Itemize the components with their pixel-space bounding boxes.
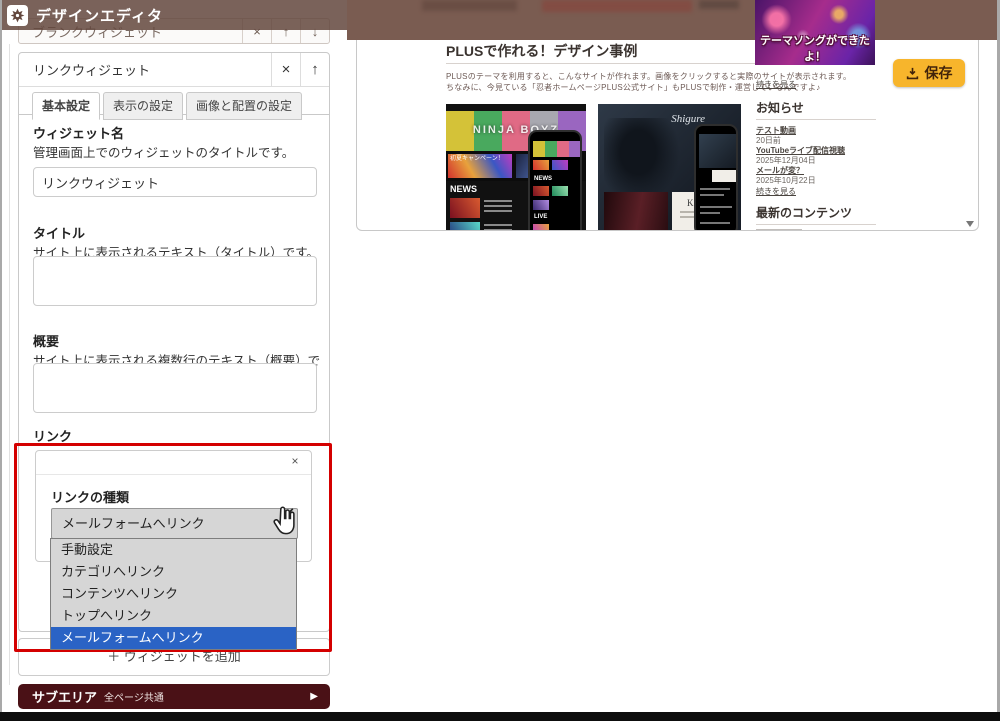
summary-textarea[interactable] [33, 363, 317, 413]
save-label: 保存 [925, 63, 953, 83]
option-content-link[interactable]: コンテンツへリンク [51, 583, 296, 605]
title-textarea[interactable] [33, 256, 317, 306]
clipped-text-fragment [756, 229, 802, 231]
link-type-dropdown: 手動設定 カテゴリへリンク コンテンツへリンク トップへリンク メールフォームへ… [50, 538, 297, 650]
phone-thumbnail [552, 186, 568, 196]
window-edge [0, 712, 1000, 721]
panel-title: リンクウィジェット [33, 60, 271, 79]
link-label: リンク [33, 426, 72, 445]
preview-header-band: ホ [347, 0, 1000, 40]
subarea-note: 全ページ共通 [104, 689, 164, 704]
tab-image-layout-settings[interactable]: 画像と配置の設定 [186, 92, 302, 120]
phone-thumbnail [533, 160, 549, 170]
link-type-label: リンクの種類 [51, 487, 129, 506]
scroll-down-icon[interactable] [966, 221, 974, 227]
option-manual[interactable]: 手動設定 [51, 539, 296, 561]
sidebar-divider [9, 44, 10, 685]
news-text-lines [484, 224, 512, 231]
divider [446, 63, 776, 64]
phone-release-card [712, 170, 737, 182]
blurred-header-image [699, 0, 739, 9]
site2-logo-text: Shigure [671, 113, 705, 125]
widget-name-input[interactable] [33, 167, 317, 197]
news-more-link[interactable]: 続きを見る [756, 186, 796, 197]
theme-song-banner-image[interactable]: テーマソングができたよ！ [755, 0, 875, 65]
close-icon[interactable]: × [285, 454, 305, 472]
news-thumbnail [450, 222, 480, 231]
subarea-bar[interactable]: サブエリア 全ページ共通 ▶ [18, 684, 330, 709]
app-title: デザインエディタ [36, 5, 163, 26]
campaign-banner-text: 初夏キャンペーン！ [450, 153, 504, 162]
blurred-header-image [422, 0, 517, 11]
latest-content-heading: 最新のコンテンツ [756, 204, 852, 221]
option-category-link[interactable]: カテゴリへリンク [51, 561, 296, 583]
preview-heading: PLUSで作れる！デザイン事例 [446, 41, 637, 61]
save-button[interactable]: 保存 [893, 59, 965, 87]
tab-basic-settings[interactable]: 基本設定 [32, 92, 100, 120]
option-mailform-link[interactable]: メールフォームへリンク [51, 627, 296, 649]
news-text-lines [484, 200, 512, 220]
app-logo-icon [7, 5, 28, 26]
link-widget-panel-header: リンクウィジェット × ↑ [19, 53, 329, 87]
summary-label: 概要 [33, 331, 59, 350]
option-top-link[interactable]: トップへリンク [51, 605, 296, 627]
design-example-image-2[interactable]: Shigure KAMI [598, 104, 741, 231]
divider [756, 224, 876, 225]
tab-display-settings[interactable]: 表示の設定 [103, 92, 183, 120]
phone-thumbnail [533, 224, 549, 231]
widget-name-desc: 管理画面上でのウィジェットのタイトルです。 [33, 142, 294, 161]
window-edge [0, 0, 2, 721]
news-heading: お知らせ [756, 99, 804, 116]
link-item-header [36, 451, 311, 475]
editor-top-bar: デザインエディタ [0, 0, 347, 30]
news-date: 2025年10月22日 [756, 175, 816, 186]
banner-more-link[interactable]: 続きを見る [756, 79, 796, 90]
phone-thumbnail [533, 186, 549, 196]
design-example-image-1[interactable]: NINJA BOYZ 初夏キャンペーン！ NEWS NEWS LIVE [446, 104, 586, 231]
phone-thumbnail [552, 160, 568, 170]
design-editor-screen: { "editor": { "app_title": "デザインエディタ", "… [0, 0, 1000, 721]
phone-member-tiles [533, 141, 581, 157]
phone-live-label: LIVE [534, 214, 547, 220]
download-icon [906, 67, 919, 80]
phone-thumbnail [533, 200, 549, 210]
settings-tabs: 基本設定 表示の設定 画像と配置の設定 [32, 92, 302, 120]
move-up-icon[interactable]: ↑ [300, 53, 329, 87]
photo-card [604, 192, 668, 230]
phone-hero-image [699, 134, 737, 168]
site1-phone-mockup: NEWS LIVE [528, 130, 582, 231]
link-type-select[interactable]: メールフォームへリンク [51, 508, 298, 539]
widget-name-label: ウィジェット名 [33, 123, 124, 142]
banner-caption: テーマソングができたよ！ [755, 32, 875, 64]
title-label: タイトル [33, 223, 85, 242]
phone-news-label: NEWS [534, 176, 552, 182]
close-icon[interactable]: × [271, 53, 300, 87]
blurred-header-image [542, 0, 692, 12]
subarea-label: サブエリア [32, 687, 97, 706]
expand-arrow-icon[interactable]: ▶ [310, 691, 318, 702]
divider [756, 119, 876, 120]
site2-phone-mockup [694, 124, 738, 231]
news-section-label: NEWS [450, 184, 477, 194]
news-thumbnail [450, 198, 480, 218]
